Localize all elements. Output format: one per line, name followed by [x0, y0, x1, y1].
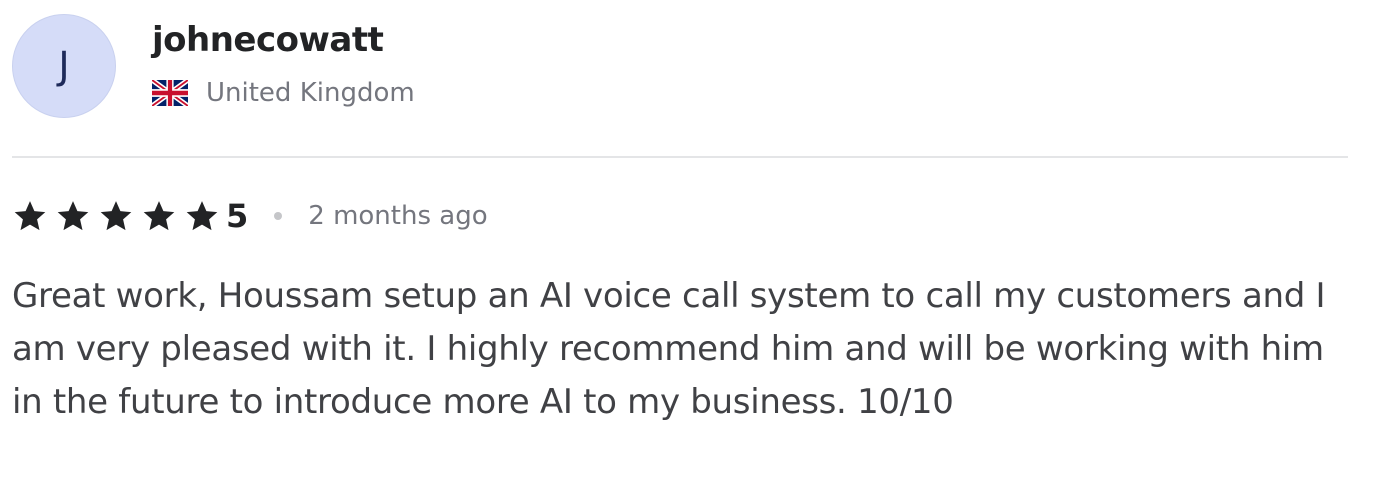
- rating-value: 5: [226, 197, 249, 235]
- star-icon: [186, 201, 218, 231]
- star-icon: [57, 201, 89, 231]
- star-icon: [143, 201, 175, 231]
- star-icon: [100, 201, 132, 231]
- star-icon: [14, 201, 46, 231]
- avatar[interactable]: J: [12, 14, 116, 118]
- star-rating: [12, 199, 227, 233]
- username[interactable]: johnecowatt: [152, 20, 415, 60]
- rating-row: 5 2 months ago: [12, 196, 1348, 236]
- country-row: United Kingdom: [152, 78, 415, 108]
- country-name: United Kingdom: [206, 78, 415, 108]
- review-header: J johnecowatt United Kingdom: [12, 14, 1348, 122]
- review-text: Great work, Houssam setup an AI voice ca…: [12, 276, 1326, 422]
- divider: [12, 156, 1348, 158]
- user-info: johnecowatt United Kingdom: [152, 14, 415, 108]
- uk-flag-icon: [152, 80, 188, 106]
- review-card: J johnecowatt United Kingdom 5 2 months …: [12, 14, 1348, 429]
- separator-dot: [274, 212, 283, 220]
- review-time: 2 months ago: [308, 201, 488, 231]
